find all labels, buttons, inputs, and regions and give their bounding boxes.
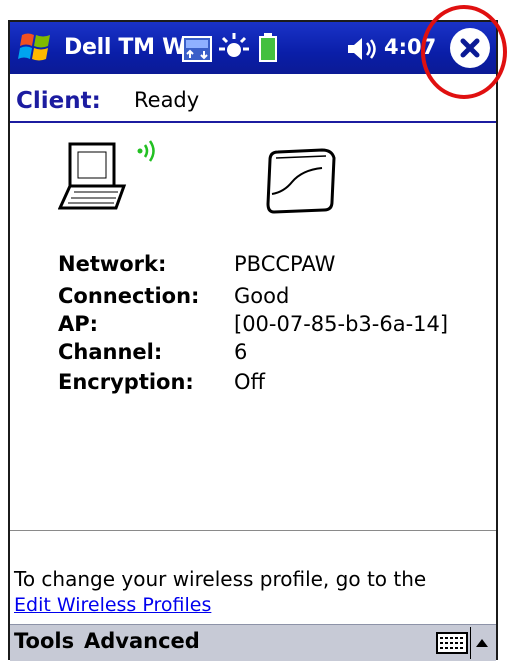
ap-value: [00-07-85-b3-6a-14] (234, 312, 449, 336)
windows-flag-icon[interactable] (16, 29, 56, 67)
menu-bar: Tools Advanced (10, 624, 496, 661)
ap-label: AP: (58, 312, 99, 336)
clock[interactable]: 4:07 (384, 35, 436, 59)
title-bar: Dell TM W 4:07 (10, 22, 496, 74)
client-label: Client: (16, 88, 101, 114)
network-value: PBCCPAW (234, 252, 336, 276)
menu-tools[interactable]: Tools (14, 629, 74, 653)
connectivity-icon[interactable] (182, 36, 212, 62)
network-label: Network: (58, 252, 167, 276)
close-button[interactable] (450, 28, 490, 68)
channel-label: Channel: (58, 340, 163, 364)
channel-value: 6 (234, 340, 248, 364)
notification-icon[interactable] (218, 31, 250, 63)
encryption-label: Encryption: (58, 370, 194, 394)
info-divider (10, 530, 496, 531)
edit-wireless-profiles-link[interactable]: Edit Wireless Profiles (14, 594, 211, 616)
window-title: Dell TM W (64, 35, 187, 60)
keyboard-icon[interactable] (436, 631, 468, 655)
battery-icon[interactable] (258, 33, 278, 63)
wireless-card-icon (266, 148, 336, 214)
volume-icon[interactable] (346, 36, 380, 62)
sip-arrow-up-icon[interactable] (470, 627, 493, 659)
connection-value: Good (234, 284, 290, 308)
laptop-icon (58, 142, 127, 210)
header-divider (10, 121, 496, 123)
signal-icon (137, 140, 155, 162)
close-icon (460, 38, 480, 58)
menu-advanced[interactable]: Advanced (84, 629, 200, 653)
connection-label: Connection: (58, 284, 200, 308)
client-status: Ready (134, 88, 200, 112)
info-text: To change your wireless profile, go to t… (14, 567, 427, 591)
encryption-value: Off (234, 370, 265, 394)
pocket-pc-window: Dell TM W 4:07 Client: Ready Network: PB… (8, 20, 498, 661)
